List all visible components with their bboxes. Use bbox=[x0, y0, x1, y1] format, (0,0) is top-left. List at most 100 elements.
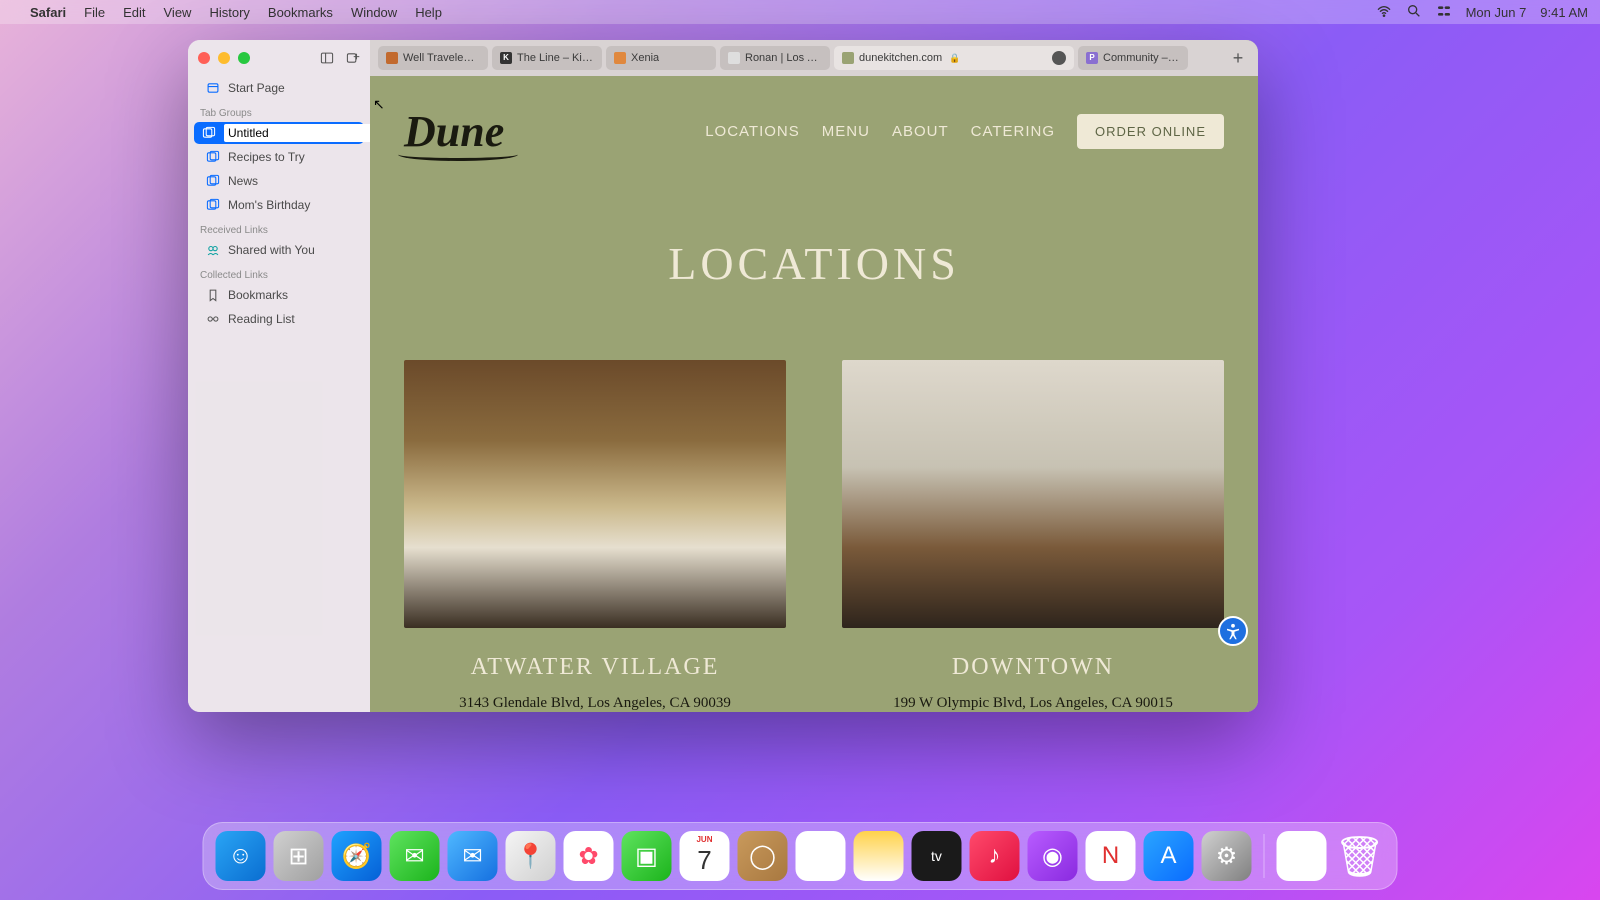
menu-help[interactable]: Help bbox=[415, 5, 442, 20]
sidebar-item-label: Bookmarks bbox=[228, 288, 288, 302]
nav-menu[interactable]: MENU bbox=[822, 123, 870, 140]
tab-label: Ronan | Los Ang… bbox=[745, 52, 822, 64]
safari-sidebar: Start Page Tab Groups ✕ Recipes to Try N… bbox=[188, 40, 370, 712]
control-center-icon[interactable] bbox=[1436, 3, 1452, 22]
browser-tab[interactable]: P Community – Pi… bbox=[1078, 46, 1188, 70]
menubar-time[interactable]: 9:41 AM bbox=[1540, 5, 1588, 20]
tab-bar: Well Traveled |… K The Line – Kinfolk Xenia… bbox=[370, 40, 1258, 76]
reader-icon[interactable] bbox=[1052, 51, 1066, 65]
favicon-icon: K bbox=[500, 52, 512, 64]
menu-file[interactable]: File bbox=[84, 5, 105, 20]
browser-tab[interactable]: Well Traveled |… bbox=[378, 46, 488, 70]
dock-finder-icon[interactable]: ☺ bbox=[216, 831, 266, 881]
location-name: ATWATER VILLAGE bbox=[404, 654, 786, 681]
tabgroup-icon bbox=[206, 174, 220, 188]
dock-mail-icon[interactable]: ✉ bbox=[448, 831, 498, 881]
location-card-atwater: ATWATER VILLAGE 3143 Glendale Blvd, Los … bbox=[404, 360, 786, 712]
safari-window: Start Page Tab Groups ✕ Recipes to Try N… bbox=[188, 40, 1258, 712]
dock-calendar-icon[interactable]: JUN7 bbox=[680, 831, 730, 881]
sidebar-toggle-icon[interactable] bbox=[320, 51, 334, 65]
nav-about[interactable]: ABOUT bbox=[892, 123, 949, 140]
sidebar-start-page[interactable]: Start Page bbox=[194, 77, 364, 99]
menu-edit[interactable]: Edit bbox=[123, 5, 145, 20]
dock-launchpad-icon[interactable]: ⊞ bbox=[274, 831, 324, 881]
shared-icon bbox=[206, 243, 220, 257]
sidebar-item-label: Shared with You bbox=[228, 243, 315, 257]
window-maximize-button[interactable] bbox=[238, 52, 250, 64]
dock-photos-icon[interactable]: ✿ bbox=[564, 831, 614, 881]
favicon-icon bbox=[842, 52, 854, 64]
order-online-button[interactable]: ORDER ONLINE bbox=[1077, 114, 1224, 149]
tab-label: Community – Pi… bbox=[1103, 52, 1180, 64]
tabgroup-name-input[interactable] bbox=[224, 124, 387, 142]
location-address: 3143 Glendale Blvd, Los Angeles, CA 9003… bbox=[404, 695, 786, 712]
tabgroup-icon bbox=[206, 198, 220, 212]
tabgroup-news[interactable]: News bbox=[194, 170, 364, 192]
start-page-icon bbox=[206, 81, 220, 95]
dock-tv-icon[interactable]: tv bbox=[912, 831, 962, 881]
tabgroup-icon bbox=[202, 126, 216, 140]
browser-tab[interactable]: Xenia bbox=[606, 46, 716, 70]
sidebar-reading-list[interactable]: Reading List bbox=[194, 308, 364, 330]
browser-tab[interactable]: K The Line – Kinfolk bbox=[492, 46, 602, 70]
sidebar-item-label: Mom's Birthday bbox=[228, 198, 310, 212]
site-header: Dune LOCATIONS MENU ABOUT CATERING ORDER… bbox=[370, 76, 1258, 177]
window-minimize-button[interactable] bbox=[218, 52, 230, 64]
menu-view[interactable]: View bbox=[164, 5, 192, 20]
menubar-date[interactable]: Mon Jun 7 bbox=[1466, 5, 1527, 20]
wifi-icon[interactable] bbox=[1376, 3, 1392, 22]
locations-grid: ATWATER VILLAGE 3143 Glendale Blvd, Los … bbox=[370, 360, 1258, 712]
nav-catering[interactable]: CATERING bbox=[971, 123, 1055, 140]
tabgroup-editing[interactable]: ✕ bbox=[194, 122, 364, 144]
dock-contacts-icon[interactable]: ◯ bbox=[738, 831, 788, 881]
dock-reminders-icon[interactable]: ☰ bbox=[796, 831, 846, 881]
dock-facetime-icon[interactable]: ▣ bbox=[622, 831, 672, 881]
dock-podcasts-icon[interactable]: ◉ bbox=[1028, 831, 1078, 881]
location-address: 199 W Olympic Blvd, Los Angeles, CA 9001… bbox=[842, 695, 1224, 712]
browser-tab[interactable]: dunekitchen.com🔒 bbox=[834, 46, 1074, 70]
tab-label: Xenia bbox=[631, 52, 659, 64]
sidebar-section-tabgroups: Tab Groups bbox=[188, 100, 370, 121]
favicon-icon bbox=[728, 52, 740, 64]
dock-trash-icon[interactable]: 🗑 bbox=[1335, 831, 1385, 881]
dock-news-icon[interactable]: N bbox=[1086, 831, 1136, 881]
browser-tab[interactable]: Ronan | Los Ang… bbox=[720, 46, 830, 70]
tabgroup-icon bbox=[206, 150, 220, 164]
dock-messages-icon[interactable]: ✉ bbox=[390, 831, 440, 881]
tab-label: The Line – Kinfolk bbox=[517, 52, 594, 64]
favicon-icon: P bbox=[1086, 52, 1098, 64]
dock-appstore-icon[interactable]: A bbox=[1144, 831, 1194, 881]
menu-window[interactable]: Window bbox=[351, 5, 397, 20]
location-image bbox=[842, 360, 1224, 628]
tab-label: Well Traveled |… bbox=[403, 52, 480, 64]
location-image bbox=[404, 360, 786, 628]
page-heading: LOCATIONS bbox=[370, 237, 1258, 290]
dock-settings-icon[interactable]: ⚙ bbox=[1202, 831, 1252, 881]
page-content: Dune LOCATIONS MENU ABOUT CATERING ORDER… bbox=[370, 76, 1258, 712]
dock-safari-icon[interactable]: 🧭 bbox=[332, 831, 382, 881]
sidebar-shared-with-you[interactable]: Shared with You bbox=[194, 239, 364, 261]
dock-downloads-icon[interactable]: ▭ bbox=[1277, 831, 1327, 881]
sidebar-item-label: Start Page bbox=[228, 81, 285, 95]
sidebar-item-label: Reading List bbox=[228, 312, 295, 326]
site-logo[interactable]: Dune bbox=[404, 106, 504, 157]
spotlight-icon[interactable] bbox=[1406, 3, 1422, 22]
new-tab-button[interactable]: + bbox=[1226, 46, 1250, 70]
new-tabgroup-icon[interactable] bbox=[346, 51, 360, 65]
app-name[interactable]: Safari bbox=[30, 5, 66, 20]
sidebar-item-label: Recipes to Try bbox=[228, 150, 305, 164]
window-close-button[interactable] bbox=[198, 52, 210, 64]
menu-history[interactable]: History bbox=[209, 5, 249, 20]
tabgroup-recipes[interactable]: Recipes to Try bbox=[194, 146, 364, 168]
nav-locations[interactable]: LOCATIONS bbox=[705, 123, 800, 140]
sidebar-bookmarks[interactable]: Bookmarks bbox=[194, 284, 364, 306]
tabgroup-moms-birthday[interactable]: Mom's Birthday bbox=[194, 194, 364, 216]
dock-separator bbox=[1264, 834, 1265, 878]
dock-music-icon[interactable]: ♪ bbox=[970, 831, 1020, 881]
accessibility-button[interactable] bbox=[1218, 616, 1248, 646]
dock-notes-icon[interactable] bbox=[854, 831, 904, 881]
lock-icon: 🔒 bbox=[949, 53, 960, 64]
site-nav: LOCATIONS MENU ABOUT CATERING ORDER ONLI… bbox=[705, 114, 1224, 149]
menu-bookmarks[interactable]: Bookmarks bbox=[268, 5, 333, 20]
dock-maps-icon[interactable]: 📍 bbox=[506, 831, 556, 881]
